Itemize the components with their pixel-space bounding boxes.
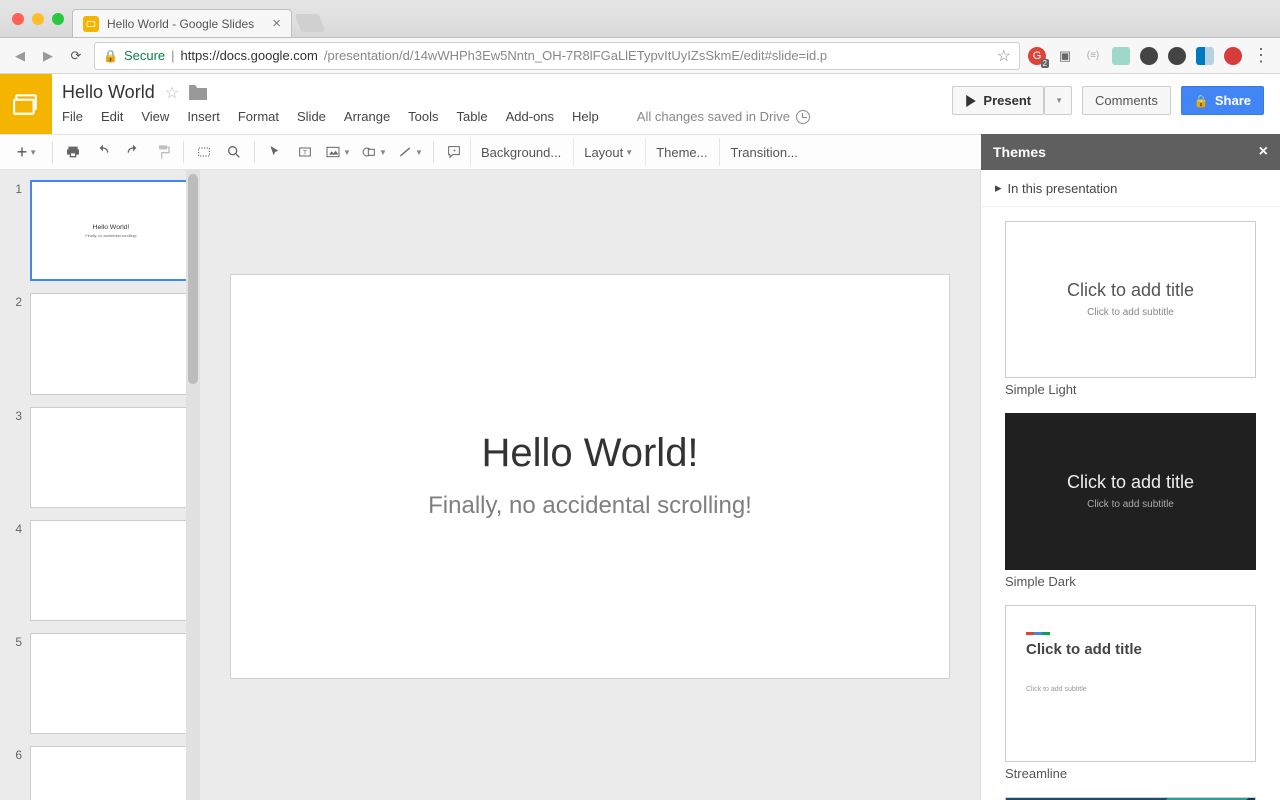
document-title[interactable]: Hello World <box>62 82 155 103</box>
themes-list[interactable]: Click to add titleClick to add subtitle … <box>981 207 1280 800</box>
slides-logo[interactable] <box>0 74 52 134</box>
menu-tools[interactable]: Tools <box>408 109 438 124</box>
themes-section-toggle[interactable]: ▸ In this presentation <box>981 170 1280 207</box>
share-button[interactable]: 🔒 Share <box>1181 86 1264 115</box>
slide-thumbnails[interactable]: 1Hello World!Finally, no accidental scro… <box>0 170 200 800</box>
minimize-window-icon[interactable] <box>32 13 44 25</box>
extensions: G ▣ (≡) ⋮ <box>1028 47 1270 65</box>
save-status[interactable]: All changes saved in Drive <box>637 109 810 124</box>
present-button[interactable]: Present <box>952 86 1044 115</box>
menu-arrange[interactable]: Arrange <box>344 109 390 124</box>
theme-simple-light[interactable]: Click to add titleClick to add subtitle … <box>1005 221 1256 397</box>
menu-addons[interactable]: Add-ons <box>506 109 554 124</box>
transition-button[interactable]: Transition... <box>719 138 807 166</box>
zoom-fit-icon[interactable] <box>190 138 218 166</box>
browser-tab[interactable]: Hello World - Google Slides × <box>72 9 292 37</box>
slide-title[interactable]: Hello World! <box>481 431 698 476</box>
svg-text:T: T <box>303 150 307 157</box>
browser-toolbar: ◀ ▶ ⟳ 🔒 Secure | https://docs.google.com… <box>0 38 1280 74</box>
redo-icon[interactable] <box>119 138 147 166</box>
menu-file[interactable]: File <box>62 109 83 124</box>
shape-icon[interactable]: ▼ <box>357 138 391 166</box>
textbox-icon[interactable]: T <box>291 138 319 166</box>
comments-button[interactable]: Comments <box>1082 86 1171 115</box>
url-path: /presentation/d/14wWHPh3Ew5Nntn_OH-7R8lF… <box>324 48 827 63</box>
print-icon[interactable] <box>59 138 87 166</box>
chevron-right-icon: ▸ <box>995 180 1002 196</box>
menu-table[interactable]: Table <box>457 109 488 124</box>
forward-button: ▶ <box>38 46 58 66</box>
extension-icon[interactable] <box>1112 47 1130 65</box>
folder-icon[interactable] <box>189 85 207 100</box>
line-icon[interactable]: ▼ <box>393 138 427 166</box>
secure-label: Secure <box>124 48 165 63</box>
new-tab-button[interactable] <box>295 14 326 32</box>
extension-icon[interactable] <box>1168 47 1186 65</box>
close-panel-icon[interactable]: × <box>1259 143 1268 161</box>
theme-focus[interactable]: Click to add title <box>1005 797 1256 800</box>
window-controls <box>8 13 72 37</box>
slide-canvas[interactable]: Hello World! Finally, no accidental scro… <box>230 274 950 679</box>
layout-button[interactable]: Layout ▼ <box>573 138 643 166</box>
menu-edit[interactable]: Edit <box>101 109 123 124</box>
thumbnail-1[interactable]: Hello World!Finally, no accidental scrol… <box>30 180 192 281</box>
close-tab-icon[interactable]: × <box>272 15 281 32</box>
slide-subtitle[interactable]: Finally, no accidental scrolling! <box>428 492 752 520</box>
thumbnail-5[interactable] <box>30 633 192 734</box>
address-bar[interactable]: 🔒 Secure | https://docs.google.com/prese… <box>94 42 1020 70</box>
back-button[interactable]: ◀ <box>10 46 30 66</box>
menu-slide[interactable]: Slide <box>297 109 326 124</box>
new-slide-button[interactable]: +▼ <box>8 138 46 166</box>
extension-icon[interactable] <box>1224 47 1242 65</box>
extension-icon[interactable] <box>1196 47 1214 65</box>
tab-title: Hello World - Google Slides <box>107 17 254 31</box>
thumbnails-scrollbar[interactable] <box>186 170 200 800</box>
chrome-menu-icon[interactable]: ⋮ <box>1252 47 1270 65</box>
extension-icon[interactable]: G <box>1028 47 1046 65</box>
reload-button[interactable]: ⟳ <box>66 46 86 66</box>
extension-icon[interactable]: (≡) <box>1084 47 1102 65</box>
menu-view[interactable]: View <box>141 109 169 124</box>
theme-streamline[interactable]: Click to add titleClick to add subtitle … <box>1005 605 1256 781</box>
select-tool-icon[interactable] <box>261 138 289 166</box>
bookmark-star-icon[interactable]: ☆ <box>997 46 1011 66</box>
slides-favicon <box>83 16 99 32</box>
workspace: 1Hello World!Finally, no accidental scro… <box>0 170 1280 800</box>
menu-insert[interactable]: Insert <box>187 109 220 124</box>
theme-simple-dark[interactable]: Click to add titleClick to add subtitle … <box>1005 413 1256 589</box>
theme-button[interactable]: Theme... <box>645 138 717 166</box>
present-dropdown[interactable]: ▼ <box>1044 86 1072 115</box>
lock-icon: 🔒 <box>1194 94 1209 108</box>
lock-icon: 🔒 <box>103 49 118 63</box>
zoom-icon[interactable] <box>220 138 248 166</box>
undo-icon[interactable] <box>89 138 117 166</box>
thumbnail-2[interactable] <box>30 293 192 394</box>
maximize-window-icon[interactable] <box>52 13 64 25</box>
url-host: https://docs.google.com <box>181 48 318 63</box>
history-icon <box>796 110 810 124</box>
themes-panel: Themes × ▸ In this presentation Click to… <box>980 170 1280 800</box>
extension-icon[interactable] <box>1140 47 1158 65</box>
menu-bar: File Edit View Insert Format Slide Arran… <box>62 103 942 124</box>
thumbnail-6[interactable] <box>30 746 192 800</box>
star-icon[interactable]: ☆ <box>165 83 179 103</box>
paint-format-icon[interactable] <box>149 138 177 166</box>
background-button[interactable]: Background... <box>470 138 571 166</box>
comment-icon[interactable]: + <box>440 138 468 166</box>
svg-text:+: + <box>453 149 457 155</box>
themes-panel-header: Themes × <box>981 134 1280 170</box>
thumbnail-3[interactable] <box>30 407 192 508</box>
menu-help[interactable]: Help <box>572 109 599 124</box>
thumbnail-4[interactable] <box>30 520 192 621</box>
slide-canvas-area[interactable]: Hello World! Finally, no accidental scro… <box>200 170 980 800</box>
image-icon[interactable]: ▼ <box>321 138 355 166</box>
browser-tab-strip: Hello World - Google Slides × <box>0 0 1280 38</box>
close-window-icon[interactable] <box>12 13 24 25</box>
slides-header: Hello World ☆ File Edit View Insert Form… <box>0 74 1280 134</box>
menu-format[interactable]: Format <box>238 109 279 124</box>
extension-icon[interactable]: ▣ <box>1056 47 1074 65</box>
